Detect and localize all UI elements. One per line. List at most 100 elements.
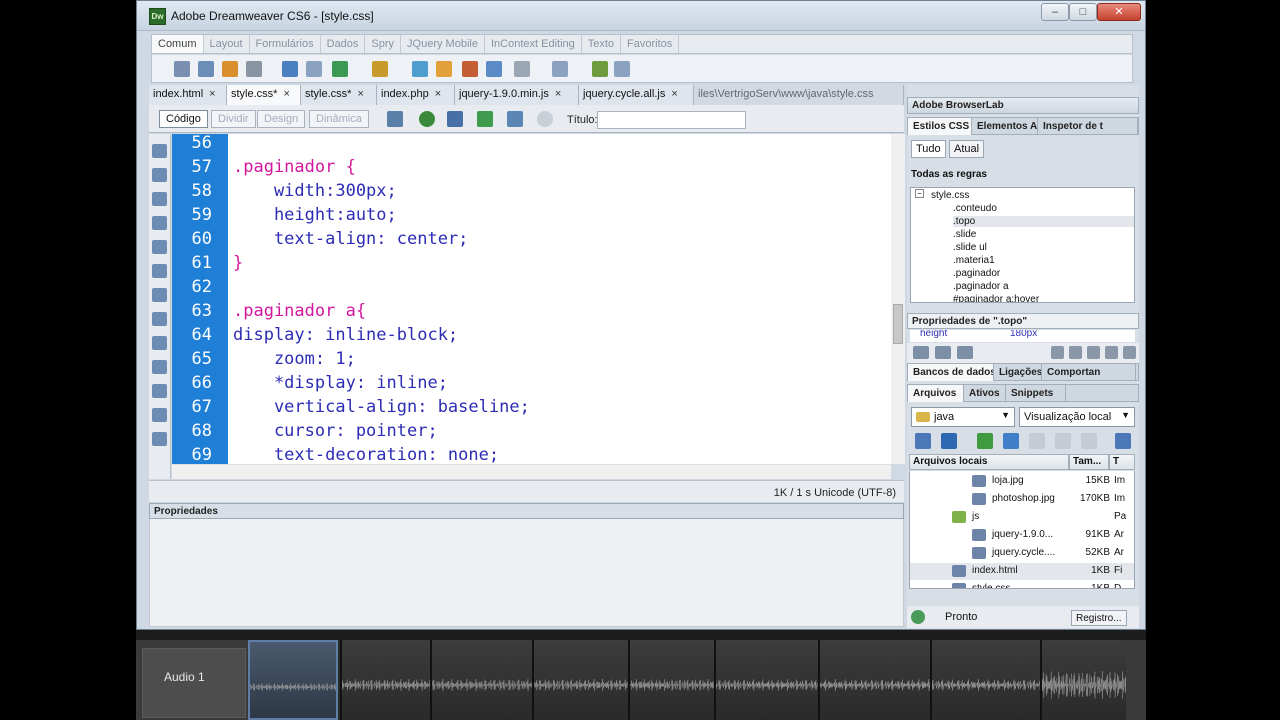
css-rules-tree[interactable]: style.css .conteudo .topo .slide .slide ul .m… [910, 187, 1135, 303]
delete-rule-icon[interactable] [1123, 346, 1136, 359]
close-tab-icon[interactable]: × [209, 88, 215, 100]
code-horizontal-scrollbar[interactable] [172, 464, 891, 479]
named-anchor-icon[interactable] [222, 61, 238, 77]
doc-tab-1[interactable]: style.css* × [227, 85, 301, 105]
line-numbers-icon[interactable] [152, 288, 167, 302]
remove-comment-icon[interactable] [152, 360, 167, 374]
css-tab-1[interactable]: Elementos AP [972, 118, 1038, 135]
more-icon[interactable] [152, 456, 167, 470]
code-editor[interactable]: .paginador { width:300px; height:auto; t… [228, 134, 891, 464]
disable-icon[interactable] [1105, 346, 1118, 359]
audio-clip[interactable] [430, 640, 532, 720]
properties-header[interactable]: Propriedades [149, 503, 904, 519]
audio-clip[interactable] [340, 640, 430, 720]
insert-tab-incontext-editing[interactable]: InContext Editing [485, 35, 582, 53]
file-row[interactable]: index.html 1KB Fi [910, 563, 1134, 580]
files-tab-0[interactable]: Arquivos [908, 385, 964, 402]
check-out-icon[interactable] [1029, 433, 1045, 449]
rule-item[interactable]: .paginador [953, 268, 1000, 279]
file-row[interactable]: jquery.cycle.... 52KB Ar [910, 545, 1134, 562]
audio-clip[interactable] [628, 640, 714, 720]
data-tab-1[interactable]: Ligações [994, 364, 1042, 381]
put-files-icon[interactable] [1003, 433, 1019, 449]
alpha-view-icon[interactable] [935, 346, 951, 359]
rule-item[interactable]: .materia1 [953, 255, 995, 266]
get-files-icon[interactable] [977, 433, 993, 449]
close-tab-icon[interactable]: × [555, 88, 561, 100]
insert-tab-dados[interactable]: Dados [321, 35, 366, 53]
horizontal-rule-icon[interactable] [246, 61, 262, 77]
scroll-thumb[interactable] [893, 304, 903, 344]
widget-icon[interactable] [412, 61, 428, 77]
insert-tab-spry[interactable]: Spry [365, 35, 402, 53]
css-tab-2[interactable]: Inspetor de t [1038, 118, 1138, 135]
file-row[interactable]: photoshop.jpg 170KB Im [910, 491, 1134, 508]
close-tab-icon[interactable]: × [435, 88, 441, 100]
date-icon[interactable] [436, 61, 452, 77]
visual-aids-icon[interactable] [507, 111, 523, 127]
atual-button[interactable]: Atual [949, 140, 985, 158]
minimize-button[interactable]: – [1041, 3, 1069, 21]
recent-snippets-icon[interactable] [152, 408, 167, 422]
files-tab-2[interactable]: Snippets [1006, 385, 1066, 402]
doc-tab-6[interactable]: iles\VertrigoServ\www\java\style.css [694, 85, 904, 105]
rule-item[interactable]: .paginador a [953, 281, 1009, 292]
title-input[interactable] [597, 111, 746, 129]
hyperlink-icon[interactable] [174, 61, 190, 77]
expand-all-icon[interactable] [152, 216, 167, 230]
code-vertical-scrollbar[interactable] [891, 134, 905, 464]
email-link-icon[interactable] [198, 61, 214, 77]
rule-item[interactable]: .topo [953, 216, 1134, 227]
file-row[interactable]: js Pa [910, 509, 1134, 526]
collapse-tag-icon[interactable] [152, 168, 167, 182]
check-in-icon[interactable] [1055, 433, 1071, 449]
insert-div-icon[interactable] [306, 61, 322, 77]
audio-clip[interactable] [532, 640, 628, 720]
file-row[interactable]: jquery-1.9.0... 91KB Ar [910, 527, 1134, 544]
preview-browser-icon[interactable] [419, 111, 435, 127]
rule-item[interactable]: .conteudo [953, 203, 997, 214]
apply-comment-icon[interactable] [152, 336, 167, 350]
media-icon[interactable] [372, 61, 388, 77]
view-dropdown[interactable]: Visualização local ▼ [1019, 407, 1135, 427]
insert-tab-texto[interactable]: Texto [582, 35, 622, 53]
file-transfer-icon[interactable] [447, 111, 463, 127]
audio-clips[interactable] [248, 640, 1126, 720]
insert-tab-layout[interactable]: Layout [204, 35, 250, 53]
doc-tab-4[interactable]: jquery-1.9.0.min.js × [455, 85, 579, 105]
multiscreen-icon[interactable] [387, 111, 403, 127]
data-tab-0[interactable]: Bancos de dados [908, 364, 994, 381]
attach-style-icon[interactable] [1051, 346, 1064, 359]
close-tab-icon[interactable]: × [671, 88, 677, 100]
files-col-name[interactable]: Arquivos locais [909, 454, 1069, 470]
insert-tab-jquery-mobile[interactable]: JQuery Mobile [401, 35, 485, 53]
collapse-selection-icon[interactable] [152, 192, 167, 206]
server-side-include-icon[interactable] [462, 61, 478, 77]
doc-tab-5[interactable]: jquery.cycle.all.js × [579, 85, 694, 105]
highlight-invalid-icon[interactable] [152, 312, 167, 326]
tag-chooser-icon[interactable] [614, 61, 630, 77]
audio-clip[interactable] [930, 640, 1040, 720]
browserlab-panel-header[interactable]: Adobe BrowserLab [907, 97, 1139, 114]
audio-clip[interactable] [1040, 640, 1126, 720]
rule-item[interactable]: #paginador a:hover [953, 294, 1039, 302]
new-rule-icon[interactable] [1069, 346, 1082, 359]
maximize-button[interactable]: □ [1069, 3, 1097, 21]
doc-tab-0[interactable]: index.html × [149, 85, 227, 105]
data-tab-2[interactable]: Comportan [1042, 364, 1136, 381]
live-view-button[interactable]: Dinâmica [309, 110, 369, 128]
rule-item[interactable]: .slide [953, 229, 976, 240]
select-parent-icon[interactable] [152, 240, 167, 254]
comment-icon[interactable] [486, 61, 502, 77]
log-button[interactable]: Registro... [1071, 610, 1127, 626]
files-list[interactable]: loja.jpg 15KB Im photoshop.jpg 170KB Im js Pa jq… [909, 471, 1135, 589]
wrap-tag-icon[interactable] [152, 384, 167, 398]
site-dropdown[interactable]: java ▼ [911, 407, 1015, 427]
tudo-button[interactable]: Tudo [911, 140, 946, 158]
files-tab-1[interactable]: Ativos [964, 385, 1006, 402]
refresh-icon[interactable] [537, 111, 553, 127]
images-icon[interactable] [332, 61, 348, 77]
inspect-icon[interactable] [477, 111, 493, 127]
sync-icon[interactable] [1081, 433, 1097, 449]
insert-tab-comum[interactable]: Comum [152, 35, 204, 53]
